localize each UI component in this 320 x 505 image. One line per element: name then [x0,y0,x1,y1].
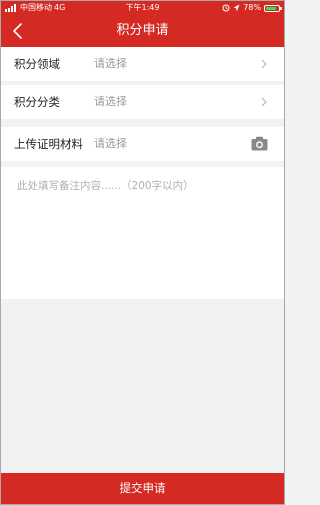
location-icon [233,4,240,12]
field-value: 请选择 [94,57,127,70]
field-label: 上传证明材料 [14,137,83,151]
field-label: 积分分类 [14,95,60,109]
field-value: 请选择 [94,137,127,150]
field-label: 积分领域 [14,57,60,71]
lock-icon [222,4,230,12]
status-right: 78% [222,1,282,15]
field-row-upload[interactable]: 上传证明材料 请选择 [1,127,284,161]
field-value: 请选择 [94,95,127,108]
field-row-domain[interactable]: 积分领域 请选择 [1,47,284,81]
camera-icon[interactable] [251,136,268,151]
page-title: 积分申请 [116,23,169,38]
note-input[interactable] [1,167,284,299]
chevron-right-icon [261,59,267,69]
chevron-right-icon [261,97,267,107]
status-bar: 中国移动 4G 下午1:49 78% [1,1,284,15]
battery-icon [264,4,282,12]
header: 中国移动 4G 下午1:49 78% 积分申请 [1,1,284,47]
field-row-category[interactable]: 积分分类 请选择 [1,85,284,119]
phone-screen: 中国移动 4G 下午1:49 78% 积分申请 积分领域 请选择 积分分类 请选… [0,0,285,505]
note-area [1,167,284,299]
battery-percent: 78% [243,3,261,12]
submit-button[interactable]: 提交申请 [1,473,284,504]
nav-bar: 积分申请 [1,15,284,47]
